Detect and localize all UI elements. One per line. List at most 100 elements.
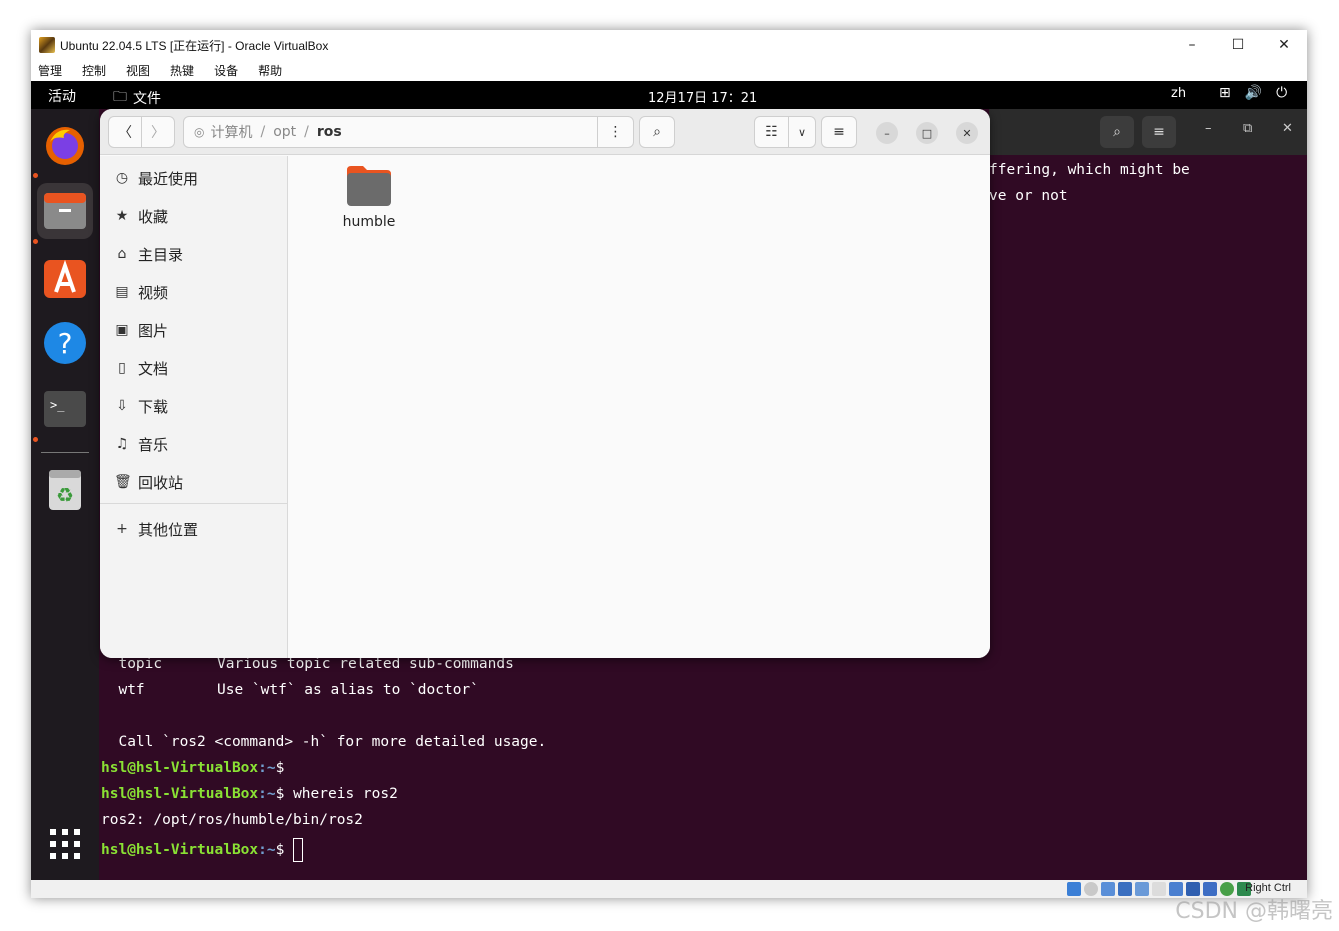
hard-disk-icon[interactable] — [1067, 882, 1081, 896]
files-icon — [44, 193, 86, 229]
sidebar-item-pictures[interactable]: ▣ 图片 — [100, 312, 288, 348]
path-segment-current[interactable]: ros — [317, 124, 342, 140]
star-icon: ★ — [115, 208, 129, 224]
document-icon: ▯ — [118, 360, 126, 376]
disk-icon: ◎ — [194, 125, 205, 139]
sidebar-item-videos[interactable]: ▤ 视频 — [100, 274, 288, 310]
terminal-line: ve or not — [989, 188, 1068, 204]
firefox-launcher[interactable] — [37, 117, 93, 173]
path-bar[interactable]: ◎ 计算机 / opt / ros ⋮ — [183, 116, 634, 148]
sidebar-item-label: 最近使用 — [138, 169, 199, 188]
terminal-line: ffering, which might be — [989, 162, 1190, 178]
terminal-restore-button[interactable]: ⧉ — [1243, 121, 1252, 136]
app-center-launcher[interactable] — [37, 249, 93, 305]
clock[interactable]: 12月17日 17：21 — [648, 87, 757, 106]
subcommand-name: topic — [101, 656, 163, 672]
running-indicator — [33, 239, 38, 244]
terminal-line: Various topic related sub-commands — [217, 656, 514, 672]
trash-icon: ♻ — [49, 470, 81, 510]
window-controls: – ☐ ✕ — [1169, 30, 1307, 60]
vbox-menubar: 管理 控制 视图 热键 设备 帮助 — [31, 60, 295, 80]
files-headerbar: 〈 〉 ◎ 计算机 / opt / ros ⋮ ⌕ ☷ ∨ ≡ – □ ✕ — [100, 109, 990, 155]
terminal-cursor — [293, 838, 304, 862]
audio-icon[interactable] — [1101, 882, 1115, 896]
menu-control[interactable]: 控制 — [82, 62, 106, 79]
terminal-prompt-line: hsl@hsl-VirtualBox:~$ — [101, 838, 304, 862]
terminal-minimize-button[interactable]: – — [1205, 121, 1212, 136]
power-icon: ⏻ — [1276, 85, 1288, 101]
plus-icon: + — [116, 521, 128, 537]
terminal-prompt-line: hsl@hsl-VirtualBox:~$ whereis ros2 — [101, 786, 398, 802]
files-minimize-button[interactable]: – — [876, 122, 898, 144]
files-close-button[interactable]: ✕ — [956, 122, 978, 144]
terminal-headerbar: ⌕ ≡ – ⧉ ✕ — [989, 109, 1307, 155]
menu-view[interactable]: 视图 — [126, 62, 150, 79]
activities-button[interactable]: 活动 — [48, 86, 76, 106]
sidebar-item-trash[interactable]: 🗑 回收站 — [100, 464, 288, 500]
terminal-line: Use `wtf` as alias to `doctor` — [217, 682, 479, 698]
video-icon: ▤ — [115, 284, 129, 300]
sidebar-item-downloads[interactable]: ⇩ 下载 — [100, 388, 288, 424]
terminal-command: whereis ros2 — [284, 786, 398, 802]
trash-launcher[interactable]: ♻ — [37, 461, 93, 517]
prompt-user: hsl@hsl-VirtualBox — [101, 760, 259, 776]
input-language[interactable]: zh — [1171, 86, 1186, 101]
shared-folder-icon[interactable] — [1152, 882, 1166, 896]
sidebar-item-label: 主目录 — [138, 245, 184, 264]
view-toggle-button[interactable]: ☷ — [754, 116, 789, 148]
files-launcher[interactable] — [37, 183, 93, 239]
sidebar-item-label: 文档 — [138, 359, 169, 378]
menu-hotkeys[interactable]: 热键 — [170, 62, 194, 79]
terminal-search-button[interactable]: ⌕ — [1100, 116, 1134, 148]
prompt-path: :~ — [258, 760, 276, 776]
prompt-user: hsl@hsl-VirtualBox — [101, 786, 259, 802]
list-view-icon: ☷ — [765, 124, 778, 140]
help-launcher[interactable]: ? — [37, 315, 93, 371]
optical-drive-icon[interactable] — [1084, 882, 1098, 896]
menu-help[interactable]: 帮助 — [258, 62, 282, 79]
sidebar-item-recent[interactable]: ◷ 最近使用 — [100, 160, 288, 196]
search-icon: ⌕ — [653, 124, 661, 140]
sidebar-item-documents[interactable]: ▯ 文档 — [100, 350, 288, 386]
terminal-close-button[interactable]: ✕ — [1282, 121, 1293, 136]
running-indicator — [33, 437, 38, 442]
files-maximize-button[interactable]: □ — [916, 122, 938, 144]
network-adapter-icon[interactable] — [1118, 882, 1132, 896]
maximize-button[interactable]: ☐ — [1215, 30, 1261, 60]
search-button[interactable]: ⌕ — [639, 116, 675, 148]
main-menu-button[interactable]: ≡ — [821, 116, 857, 148]
path-segment[interactable]: opt — [273, 124, 296, 140]
path-segment[interactable]: 计算机 — [210, 122, 252, 142]
close-button[interactable]: ✕ — [1261, 30, 1307, 60]
show-apps-button[interactable] — [48, 827, 82, 865]
svg-text:?: ? — [58, 327, 73, 360]
terminal-menu-button[interactable]: ≡ — [1142, 116, 1176, 148]
home-icon: ⌂ — [117, 246, 127, 262]
path-menu-button[interactable]: ⋮ — [597, 117, 633, 147]
view-options-button[interactable]: ∨ — [788, 116, 816, 148]
terminal-output: ros2: /opt/ros/humble/bin/ros2 — [101, 812, 363, 828]
svg-text:♻: ♻ — [56, 483, 74, 507]
back-button[interactable]: 〈 — [108, 116, 142, 148]
minimize-button[interactable]: – — [1169, 30, 1215, 60]
menu-devices[interactable]: 设备 — [214, 62, 238, 79]
sidebar-item-starred[interactable]: ★ 收藏 — [100, 198, 288, 234]
hamburger-icon: ≡ — [833, 124, 845, 140]
forward-button[interactable]: 〉 — [141, 116, 175, 148]
terminal-line: topic — [101, 656, 162, 672]
hamburger-icon: ≡ — [1153, 124, 1165, 140]
file-view[interactable]: humble — [289, 156, 990, 658]
app-menu[interactable]: 🗀 文件 — [113, 86, 161, 110]
system-tray[interactable]: ⊞ 🔊 ⏻ — [1219, 85, 1287, 101]
terminal-launcher[interactable]: >_ — [37, 381, 93, 437]
sidebar-item-home[interactable]: ⌂ 主目录 — [100, 236, 288, 272]
menu-manage[interactable]: 管理 — [38, 62, 62, 79]
terminal-icon: >_ — [44, 391, 86, 427]
guest-screen[interactable]: 活动 🗀 文件 12月17日 17：21 zh ⊞ 🔊 ⏻ ? >_ ♻ ⌕ ≡… — [31, 81, 1307, 880]
sidebar-item-music[interactable]: ♫ 音乐 — [100, 426, 288, 462]
folder-item[interactable]: humble — [329, 164, 409, 230]
usb-icon[interactable] — [1135, 882, 1149, 896]
sidebar-item-other-locations[interactable]: + 其他位置 — [100, 511, 288, 547]
vbox-statusbar: Right Ctrl — [31, 880, 1307, 898]
dock: ? >_ ♻ — [31, 109, 99, 880]
